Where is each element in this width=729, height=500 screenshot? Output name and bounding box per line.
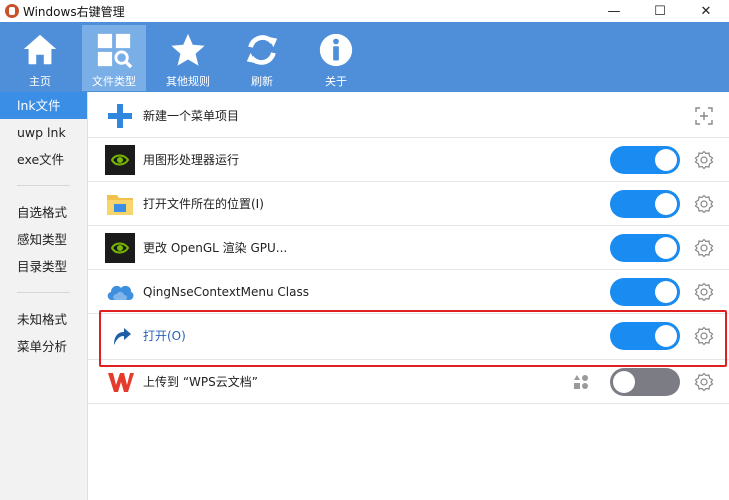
add-item-icon [108,104,132,128]
gear-icon[interactable] [694,238,714,258]
tool-home[interactable]: 主页 [8,25,72,91]
folder-icon [107,195,133,215]
gear-icon[interactable] [694,282,714,302]
toggle-knob [655,237,677,259]
tool-label: 其他规则 [166,75,210,88]
menu-item-row: 上传到 “WPS云文档” [88,360,729,404]
sidebar-item-menu-analysis[interactable]: 菜单分析 [0,333,87,360]
tool-label: 刷新 [251,75,273,88]
tool-file-type[interactable]: 文件类型 [82,25,146,91]
file-type-icon [97,33,133,69]
menu-item-row: QingNseContextMenu Class [88,270,729,314]
cloud-icon [107,285,134,300]
sidebar-item-custom-format[interactable]: 自选格式 [0,199,87,226]
gear-icon[interactable] [694,326,714,346]
app-icon [5,4,19,18]
new-menu-item-label: 新建一个菜单项目 [143,109,240,123]
shapes-icon [574,375,588,389]
tool-refresh[interactable]: 刷新 [230,25,294,91]
nvidia-icon [105,233,135,263]
minimize-button[interactable]: — [591,0,637,22]
shortcut-arrow-icon [108,324,132,348]
sidebar-item-unknown-format[interactable]: 未知格式 [0,306,87,333]
sidebar-divider [17,185,70,186]
menu-item-label: 打开文件所在的位置(I) [143,197,264,211]
gear-icon[interactable] [694,372,714,392]
menu-item-label: 上传到 “WPS云文档” [143,375,258,389]
tool-label: 关于 [325,75,347,88]
tool-about[interactable]: 关于 [304,25,368,91]
menu-item-row: 更改 OpenGL 渲染 GPU... [88,226,729,270]
info-icon [319,33,353,67]
menu-item-row-open: 打开(O) [88,314,729,360]
gear-icon[interactable] [694,150,714,170]
toggle-knob [655,281,677,303]
sidebar-item-directory-type[interactable]: 目录类型 [0,253,87,280]
gear-icon[interactable] [694,194,714,214]
sidebar-item-uwp-lnk[interactable]: uwp lnk [0,119,87,146]
new-menu-item-row[interactable]: 新建一个菜单项目 [88,94,729,138]
sidebar-item-lnk[interactable]: lnk文件 [0,92,87,119]
menu-item-label: QingNseContextMenu Class [143,285,309,299]
maximize-button[interactable]: ☐ [637,0,683,22]
enable-toggle[interactable] [610,234,680,262]
nvidia-icon [105,145,135,175]
toggle-knob [655,149,677,171]
title-bar: Windows右键管理 — ☐ ✕ [0,0,729,22]
star-icon [171,33,205,66]
enable-toggle[interactable] [610,190,680,218]
menu-item-label: 更改 OpenGL 渲染 GPU... [143,241,288,255]
main-toolbar: 主页 文件类型 其他规则 刷新 关于 [0,22,729,92]
sidebar-divider [17,292,70,293]
window-controls: — ☐ ✕ [591,0,729,22]
menu-item-label: 用图形处理器运行 [143,153,240,167]
home-icon [23,34,57,65]
menu-item-label: 打开(O) [143,329,186,343]
sidebar-item-exe[interactable]: exe文件 [0,146,87,173]
wps-icon [108,373,134,392]
tool-label: 主页 [29,75,51,88]
tool-label: 文件类型 [92,75,136,88]
toggle-knob [655,325,677,347]
close-button[interactable]: ✕ [683,0,729,22]
toggle-knob [613,371,635,393]
menu-item-row: 用图形处理器运行 [88,138,729,182]
menu-item-list: 新建一个菜单项目 用图形处理器运行 打开文件所在的位置(I) 更改 OpenGL… [88,92,729,500]
sidebar-item-perceived-type[interactable]: 感知类型 [0,226,87,253]
menu-item-row: 打开文件所在的位置(I) [88,182,729,226]
enable-toggle[interactable] [610,368,680,396]
enable-toggle[interactable] [610,278,680,306]
add-plus-icon[interactable] [694,106,714,126]
window-title: Windows右键管理 [23,4,125,19]
enable-toggle[interactable] [610,146,680,174]
enable-toggle[interactable] [610,322,680,350]
sidebar: lnk文件 uwp lnk exe文件 自选格式 感知类型 目录类型 未知格式 … [0,92,88,500]
toggle-knob [655,193,677,215]
tool-other-rules[interactable]: 其他规则 [156,25,220,91]
refresh-icon [246,35,278,65]
